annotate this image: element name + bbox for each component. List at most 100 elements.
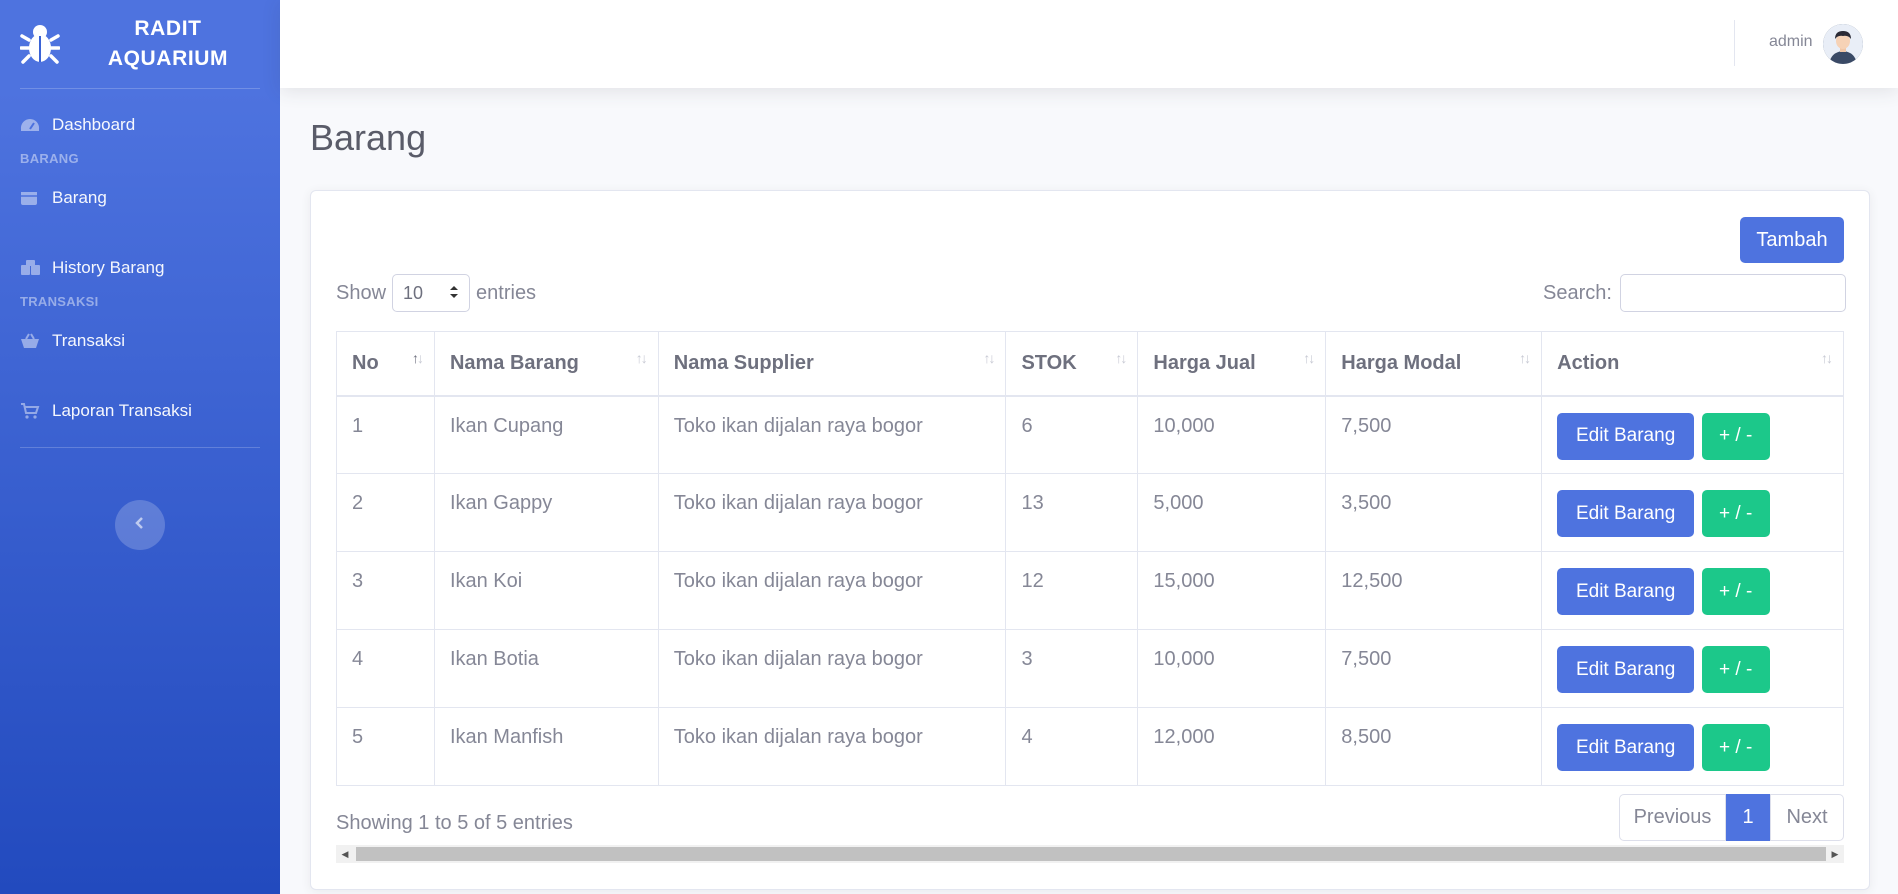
- brand-line1: RADIT: [134, 17, 202, 40]
- cell-no: 1: [336, 395, 435, 474]
- search-wrap: Search:: [1543, 273, 1846, 313]
- edit-barang-button[interactable]: Edit Barang: [1557, 646, 1695, 693]
- sort-icon: ↑↓: [1115, 350, 1127, 366]
- horizontal-scrollbar[interactable]: ◀ ▶: [336, 845, 1844, 863]
- cell-action: Edit Barang + / -: [1541, 473, 1844, 552]
- scroll-left-icon[interactable]: ◀: [336, 845, 354, 863]
- cell-nama-barang: Ikan Koi: [433, 551, 659, 630]
- cell-action: Edit Barang + / -: [1541, 707, 1844, 786]
- adjust-stock-button[interactable]: + / -: [1701, 646, 1770, 693]
- cell-nama-barang: Ikan Cupang: [433, 395, 659, 474]
- bug-icon: [18, 22, 62, 66]
- cell-nama-supplier: Toko ikan dijalan raya bogor: [657, 473, 1007, 552]
- tambah-button[interactable]: Tambah: [1740, 217, 1844, 263]
- cell-stok: 6: [1005, 395, 1139, 474]
- sort-icon: ↑↓: [1303, 350, 1315, 366]
- scrollbar-thumb[interactable]: [356, 847, 1826, 861]
- next-page-button[interactable]: Next: [1770, 794, 1844, 841]
- cell-stok: 12: [1005, 551, 1139, 630]
- table-row: 5 Ikan Manfish Toko ikan dijalan raya bo…: [336, 707, 1844, 786]
- cell-stok: 3: [1005, 629, 1139, 708]
- barang-card: Tambah Show 10 entries Search: No ↑↓ Nama…: [310, 190, 1870, 890]
- sort-icon: ↑↓: [635, 350, 648, 366]
- table-row: 2 Ikan Gappy Toko ikan dijalan raya bogo…: [336, 473, 1844, 552]
- adjust-stock-button[interactable]: + / -: [1701, 490, 1770, 537]
- sidebar-item-barang[interactable]: Barang: [0, 184, 280, 212]
- sidebar-divider: [20, 447, 260, 448]
- sidebar-item-laporan-transaksi[interactable]: Laporan Transaksi: [0, 397, 280, 425]
- edit-barang-button[interactable]: Edit Barang: [1557, 412, 1695, 460]
- table-row: 3 Ikan Koi Toko ikan dijalan raya bogor …: [336, 551, 1844, 630]
- page-1-button[interactable]: 1: [1726, 794, 1770, 841]
- sidebar-toggle-button[interactable]: [115, 500, 165, 550]
- col-nama-supplier[interactable]: Nama Supplier ↑↓: [657, 331, 1007, 397]
- sort-icon: ↑↓: [1821, 350, 1833, 366]
- col-nama-barang[interactable]: Nama Barang ↑↓: [433, 331, 659, 397]
- cell-nama-supplier: Toko ikan dijalan raya bogor: [657, 629, 1007, 708]
- sidebar-item-label: Laporan Transaksi: [52, 401, 192, 420]
- col-no[interactable]: No ↑↓: [336, 331, 435, 397]
- entries-select[interactable]: 10: [392, 274, 471, 312]
- sidebar-item-history-barang[interactable]: History Barang: [0, 254, 280, 282]
- cell-harga-modal: 7,500: [1325, 395, 1543, 474]
- sort-caret-icon: [449, 283, 459, 304]
- boxes-icon: [20, 260, 42, 276]
- col-stok[interactable]: STOK ↑↓: [1005, 331, 1139, 397]
- adjust-stock-button[interactable]: + / -: [1701, 724, 1770, 771]
- table-row: 4 Ikan Botia Toko ikan dijalan raya bogo…: [336, 629, 1844, 708]
- box-icon: [20, 190, 42, 206]
- brand[interactable]: RADIT AQUARIUM: [0, 0, 280, 88]
- sort-icon: ↑↓: [1519, 350, 1531, 366]
- sidebar-item-transaksi[interactable]: Transaksi: [0, 327, 280, 355]
- adjust-stock-button[interactable]: + / -: [1701, 412, 1770, 460]
- brand-line2: AQUARIUM: [107, 47, 229, 70]
- search-label: Search:: [1543, 281, 1612, 304]
- user-avatar[interactable]: [1823, 24, 1863, 64]
- cell-nama-barang: Ikan Manfish: [433, 707, 659, 786]
- cell-nama-supplier: Toko ikan dijalan raya bogor: [657, 551, 1007, 630]
- cell-stok: 13: [1005, 473, 1139, 552]
- entries-value: 10: [403, 282, 424, 303]
- cell-nama-supplier: Toko ikan dijalan raya bogor: [657, 707, 1007, 786]
- sidebar-item-label: Dashboard: [52, 115, 136, 134]
- entries-label: entries: [476, 281, 537, 304]
- table-header-row: No ↑↓ Nama Barang ↑↓ Nama Supplier ↑↓ STOK ↑…: [336, 331, 1844, 397]
- basket-icon: [20, 333, 42, 349]
- topbar: admin: [280, 0, 1898, 88]
- edit-barang-button[interactable]: Edit Barang: [1557, 724, 1695, 771]
- sort-icon: ↑↓: [983, 350, 995, 366]
- scroll-right-icon[interactable]: ▶: [1826, 845, 1844, 863]
- sidebar-item-label: Barang: [52, 188, 107, 207]
- user-name[interactable]: admin: [1769, 33, 1813, 51]
- cell-stok: 4: [1005, 707, 1139, 786]
- sidebar-item-label: Transaksi: [52, 331, 126, 350]
- col-harga-modal[interactable]: Harga Modal ↑↓: [1325, 331, 1543, 397]
- adjust-stock-button[interactable]: + / -: [1701, 568, 1770, 615]
- cell-harga-modal: 12,500: [1325, 551, 1543, 630]
- previous-page-button[interactable]: Previous: [1619, 794, 1726, 841]
- pagination: Previous 1 Next: [1619, 794, 1844, 841]
- barang-table: No ↑↓ Nama Barang ↑↓ Nama Supplier ↑↓ STOK ↑…: [336, 331, 1844, 786]
- sidebar-divider: [20, 88, 260, 89]
- sidebar: RADIT AQUARIUM Dashboard BARANG Barang H…: [0, 0, 280, 894]
- topbar-divider: [1734, 20, 1735, 66]
- table-row: 1 Ikan Cupang Toko ikan dijalan raya bog…: [336, 395, 1844, 474]
- search-input[interactable]: [1619, 274, 1846, 312]
- sidebar-heading-transaksi: TRANSAKSI: [20, 294, 99, 309]
- cell-harga-modal: 8,500: [1325, 707, 1543, 786]
- edit-barang-button[interactable]: Edit Barang: [1557, 568, 1695, 615]
- sort-icon: ↑↓: [411, 350, 424, 366]
- sidebar-heading-barang: BARANG: [20, 151, 79, 166]
- chevron-left-icon: [134, 516, 146, 535]
- sidebar-item-dashboard[interactable]: Dashboard: [0, 111, 280, 139]
- show-entries: Show 10 entries: [336, 273, 536, 313]
- edit-barang-button[interactable]: Edit Barang: [1557, 490, 1695, 537]
- cell-harga-jual: 10,000: [1137, 629, 1327, 708]
- tachometer-icon: [20, 117, 42, 133]
- cell-no: 5: [336, 707, 435, 786]
- col-action[interactable]: Action ↑↓: [1541, 331, 1844, 397]
- cell-harga-jual: 5,000: [1137, 473, 1327, 552]
- col-harga-jual[interactable]: Harga Jual ↑↓: [1137, 331, 1327, 397]
- cell-no: 3: [336, 551, 435, 630]
- cart-icon: [20, 403, 42, 419]
